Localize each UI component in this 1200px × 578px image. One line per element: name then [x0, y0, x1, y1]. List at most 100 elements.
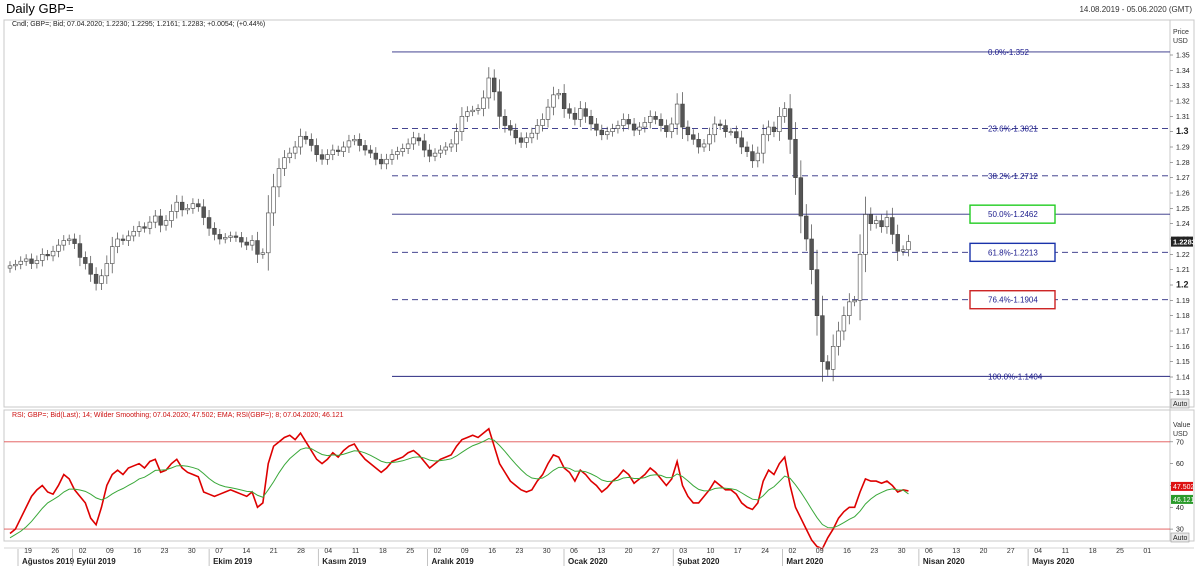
candle-down[interactable]: [303, 135, 309, 140]
candle-down[interactable]: [379, 158, 384, 165]
candle-down[interactable]: [599, 129, 605, 136]
candle-up[interactable]: [465, 111, 470, 117]
candle-down[interactable]: [206, 217, 212, 229]
candle-up[interactable]: [847, 301, 852, 316]
candle-up[interactable]: [40, 254, 45, 261]
candle-down[interactable]: [497, 91, 502, 117]
candle-up[interactable]: [7, 265, 13, 269]
candle-down[interactable]: [631, 123, 637, 131]
candle-up[interactable]: [136, 226, 142, 232]
candle-down[interactable]: [513, 129, 518, 139]
candle-down[interactable]: [309, 139, 314, 146]
candle-up[interactable]: [389, 154, 395, 160]
candle-up[interactable]: [766, 126, 771, 136]
candle-down[interactable]: [93, 273, 99, 284]
candle-down[interactable]: [734, 131, 739, 139]
candle-up[interactable]: [384, 158, 389, 165]
candle-down[interactable]: [890, 217, 895, 235]
rsi-ema-line[interactable]: [9, 438, 909, 539]
candle-up[interactable]: [287, 152, 292, 159]
candle-up[interactable]: [782, 108, 787, 117]
candle-up[interactable]: [540, 119, 545, 126]
candle-down[interactable]: [696, 139, 701, 148]
candle-up[interactable]: [346, 140, 352, 148]
candle-up[interactable]: [873, 220, 879, 224]
candle-up[interactable]: [110, 246, 115, 264]
candle-up[interactable]: [400, 148, 405, 152]
candle-down[interactable]: [518, 137, 524, 143]
candle-up[interactable]: [524, 137, 529, 143]
candle-down[interactable]: [427, 149, 432, 157]
candle-down[interactable]: [825, 361, 830, 370]
candle-down[interactable]: [723, 125, 728, 132]
candle-down[interactable]: [594, 123, 599, 131]
candle-up[interactable]: [712, 123, 717, 136]
candle-up[interactable]: [61, 240, 67, 246]
candle-down[interactable]: [77, 243, 83, 258]
candle-up[interactable]: [115, 238, 120, 247]
candle-up[interactable]: [900, 249, 906, 252]
candle-up[interactable]: [276, 168, 282, 188]
candle-up[interactable]: [545, 106, 551, 120]
candle-down[interactable]: [416, 137, 422, 142]
candle-up[interactable]: [777, 116, 782, 132]
candle-up[interactable]: [728, 131, 734, 133]
candle-down[interactable]: [362, 145, 368, 151]
candle-up[interactable]: [163, 220, 169, 226]
candle-down[interactable]: [201, 206, 206, 218]
candle-up[interactable]: [271, 186, 276, 214]
candle-up[interactable]: [615, 125, 621, 129]
candle-up[interactable]: [551, 94, 556, 108]
candle-down[interactable]: [739, 137, 744, 148]
candle-up[interactable]: [223, 237, 228, 240]
candle-up[interactable]: [448, 143, 454, 148]
candle-down[interactable]: [798, 177, 804, 217]
candle-up[interactable]: [56, 244, 61, 252]
candle-up[interactable]: [604, 131, 610, 136]
candle-down[interactable]: [158, 215, 163, 226]
candle-up[interactable]: [470, 109, 475, 113]
candle-down[interactable]: [314, 145, 319, 155]
candle-up[interactable]: [131, 231, 136, 237]
candle-down[interactable]: [561, 93, 567, 109]
candle-up[interactable]: [642, 122, 648, 128]
candle-up[interactable]: [352, 139, 357, 142]
candle-up[interactable]: [755, 152, 761, 162]
candle-up[interactable]: [481, 97, 486, 109]
candle-up[interactable]: [325, 154, 330, 160]
candle-up[interactable]: [282, 157, 287, 169]
candle-up[interactable]: [707, 134, 712, 145]
candle-down[interactable]: [29, 258, 34, 264]
candle-up[interactable]: [760, 134, 766, 154]
candle-up[interactable]: [147, 221, 153, 229]
candle-up[interactable]: [190, 203, 196, 209]
candle-up[interactable]: [395, 151, 400, 155]
candle-up[interactable]: [34, 260, 40, 264]
candle-up[interactable]: [454, 131, 459, 145]
candle-down[interactable]: [717, 123, 723, 126]
candle-down[interactable]: [868, 214, 874, 224]
chart-area[interactable]: Cndl; GBP=; Bid; 07.04.2020; 1.2230; 1.2…: [0, 0, 1200, 578]
candle-down[interactable]: [879, 220, 884, 228]
candle-down[interactable]: [120, 238, 126, 241]
candle-up[interactable]: [185, 208, 190, 211]
candle-up[interactable]: [249, 240, 255, 246]
candle-up[interactable]: [292, 146, 298, 154]
candle-down[interactable]: [685, 126, 691, 136]
candle-up[interactable]: [405, 143, 411, 149]
candle-down[interactable]: [319, 154, 325, 160]
candle-down[interactable]: [72, 238, 77, 244]
candle-up[interactable]: [836, 330, 841, 347]
candle-up[interactable]: [169, 211, 174, 221]
candle-down[interactable]: [804, 215, 809, 240]
candle-down[interactable]: [508, 125, 513, 131]
candle-down[interactable]: [680, 103, 685, 128]
candle-down[interactable]: [142, 226, 147, 229]
candle-down[interactable]: [357, 139, 362, 146]
candle-down[interactable]: [196, 203, 201, 208]
candle-up[interactable]: [443, 146, 448, 151]
candle-up[interactable]: [475, 108, 481, 111]
candle-up[interactable]: [153, 215, 158, 223]
candle-down[interactable]: [787, 108, 793, 140]
candle-up[interactable]: [674, 103, 680, 125]
